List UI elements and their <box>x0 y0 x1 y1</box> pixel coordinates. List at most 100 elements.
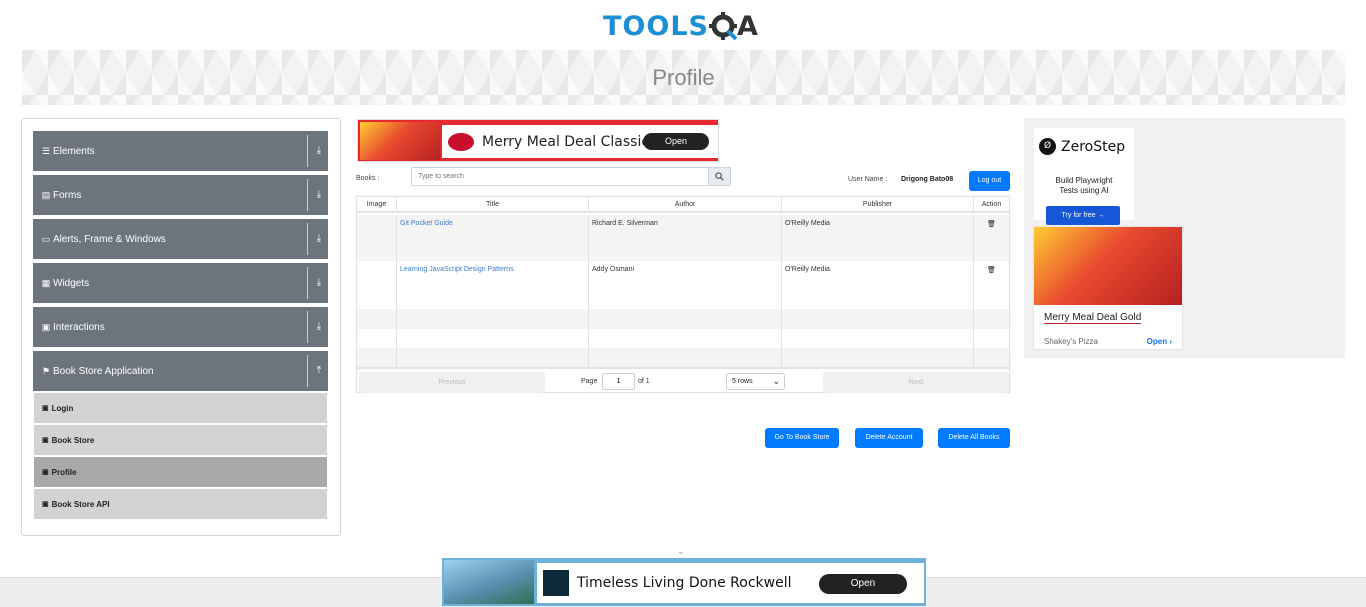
cell-action: 🗑 <box>974 261 1009 309</box>
column-header-image[interactable]: Image <box>357 197 397 213</box>
ad-brand-logo <box>448 132 474 151</box>
cell-empty <box>397 309 589 329</box>
delete-icon[interactable]: 🗑 <box>987 221 996 228</box>
previous-button[interactable]: Previous <box>359 372 545 393</box>
column-header-action[interactable]: Action <box>974 197 1009 213</box>
sidebar-group-elements[interactable]: ☰ Elements ⤓ <box>33 131 328 171</box>
top-ad-banner[interactable]: Merry Meal Deal Classic Open <box>357 119 719 162</box>
cell-empty <box>397 348 589 367</box>
rows-per-page-select[interactable]: 5 rows ⌄ <box>726 373 785 390</box>
cell-empty <box>589 309 782 329</box>
zerostep-logo: Ø ZeroStep <box>1039 138 1125 155</box>
try-for-free-button[interactable]: Try for free → <box>1046 206 1120 225</box>
next-button[interactable]: Next <box>823 372 1009 393</box>
delete-icon[interactable]: 🗑 <box>987 267 996 274</box>
ad-open-button[interactable]: Open <box>819 574 907 594</box>
column-header-publisher[interactable]: Publisher <box>782 197 974 213</box>
book-icon: ⚑ <box>41 365 51 376</box>
cell-empty <box>357 348 397 367</box>
cell-title: Git Pocket Guide <box>397 215 589 261</box>
item-bullet-icon: ▣ <box>42 437 49 444</box>
zerostep-icon: Ø <box>1039 138 1056 155</box>
table-row: Git Pocket Guide Richard E. Silverman O'… <box>357 215 1009 261</box>
logo-text: TOOLS <box>603 10 709 42</box>
cell-empty <box>357 329 397 348</box>
chevron-down-icon[interactable]: ⌄ <box>677 546 685 557</box>
divider <box>307 135 308 167</box>
toolsqa-logo[interactable]: TOOLS A <box>603 8 768 44</box>
list-icon: ☰ <box>41 145 51 156</box>
search-button[interactable] <box>709 167 731 186</box>
zerostep-brand: ZeroStep <box>1061 138 1126 155</box>
sidebar-item-book-store-api[interactable]: ▣ Book Store API <box>34 489 327 519</box>
sidebar-group-widgets[interactable]: ▦ Widgets ⤓ <box>33 263 328 303</box>
zerostep-ad[interactable]: Ø ZeroStep Build Playwright Tests using … <box>1034 128 1134 225</box>
file-icon: ▤ <box>41 189 51 200</box>
sidebar-group-forms[interactable]: ▤ Forms ⤓ <box>33 175 328 215</box>
book-title-link[interactable]: Learning JavaScript Design Patterns <box>400 266 514 273</box>
cell-title: Learning JavaScript Design Patterns <box>397 261 589 309</box>
ad-open-button[interactable]: Open <box>643 133 709 150</box>
column-header-title[interactable]: Title <box>397 197 589 213</box>
sidebar-item-label: Book Store API <box>51 499 110 509</box>
pagination-bar: Previous Page of 1 5 rows ⌄ Next <box>357 367 1009 394</box>
ad-text: Merry Meal Deal Classic <box>482 133 650 150</box>
search-box <box>411 167 731 186</box>
chevron-down-icon: ⌄ <box>772 376 780 386</box>
sidebar-item-label: Profile <box>51 467 77 477</box>
cell-empty <box>357 309 397 329</box>
ad-title[interactable]: Merry Meal Deal Gold <box>1044 312 1142 324</box>
item-bullet-icon: ▣ <box>42 469 49 476</box>
go-to-book-store-button[interactable]: Go To Book Store <box>765 428 839 448</box>
delete-all-books-button[interactable]: Delete All Books <box>938 428 1010 448</box>
sidebar-item-profile[interactable]: ▣ Profile <box>34 457 327 487</box>
column-header-author[interactable]: Author <box>589 197 782 213</box>
books-table: Image Title Author Publisher Action Git … <box>356 196 1010 393</box>
item-bullet-icon: ▣ <box>42 501 49 508</box>
logo-text-end: A <box>736 10 758 42</box>
cell-empty <box>782 309 974 329</box>
sidebar-group-book-store-application[interactable]: ⚑ Book Store Application ⤒ <box>33 351 328 391</box>
bottom-ad-banner[interactable]: Timeless Living Done Rockwell Open <box>442 558 926 606</box>
sidebar: ☰ Elements ⤓ ▤ Forms ⤓ ▭ Alerts, Frame &… <box>21 118 341 536</box>
ad-open-link[interactable]: Open › <box>1147 337 1172 346</box>
sidebar-item-login[interactable]: ▣ Login <box>34 393 327 423</box>
cell-empty <box>397 329 589 348</box>
cell-publisher: O'Reilly Media <box>782 215 974 261</box>
page-title: Profile <box>652 65 715 90</box>
page-label: Page <box>581 378 598 385</box>
gear-icon <box>708 12 738 41</box>
cell-empty <box>782 329 974 348</box>
sidebar-group-alerts[interactable]: ▭ Alerts, Frame & Windows ⤓ <box>33 219 328 259</box>
ad-image <box>360 122 440 160</box>
window-icon: ▭ <box>41 233 51 244</box>
ad-content: Timeless Living Done Rockwell Open <box>537 563 924 603</box>
sidebar-item-book-store[interactable]: ▣ Book Store <box>34 425 327 455</box>
page-number-input[interactable] <box>602 373 635 390</box>
zerostep-tagline: Build Playwright Tests using AI <box>1055 176 1113 195</box>
cell-empty <box>589 329 782 348</box>
interaction-icon: ▣ <box>41 321 51 332</box>
book-title-link[interactable]: Git Pocket Guide <box>400 220 453 227</box>
search-input[interactable] <box>411 167 709 186</box>
sidebar-group-label: Interactions <box>53 321 105 333</box>
merry-meal-ad[interactable]: Merry Meal Deal Gold Shakey's Pizza Open… <box>1033 226 1183 350</box>
cell-empty <box>589 348 782 367</box>
ad-image <box>1034 227 1182 305</box>
search-icon <box>715 172 724 181</box>
upload-arrow-icon: ⤒ <box>316 365 322 376</box>
cell-image <box>357 261 397 309</box>
ad-content: Merry Meal Deal Classic Open <box>442 125 718 158</box>
sidebar-group-label: Elements <box>53 145 95 157</box>
sidebar-group-label: Forms <box>53 189 82 201</box>
ad-open-label: Open <box>1146 337 1168 346</box>
table-row: Learning JavaScript Design Patterns Addy… <box>357 261 1009 309</box>
divider <box>307 267 308 299</box>
sidebar-group-interactions[interactable]: ▣ Interactions ⤓ <box>33 307 328 347</box>
delete-account-button[interactable]: Delete Account <box>855 428 923 448</box>
ad-image <box>444 560 534 604</box>
total-pages-label: of 1 <box>638 378 650 385</box>
ad-advertiser: Shakey's Pizza <box>1044 337 1098 346</box>
logout-button[interactable]: Log out <box>969 171 1010 191</box>
download-arrow-icon: ⤓ <box>316 189 322 200</box>
